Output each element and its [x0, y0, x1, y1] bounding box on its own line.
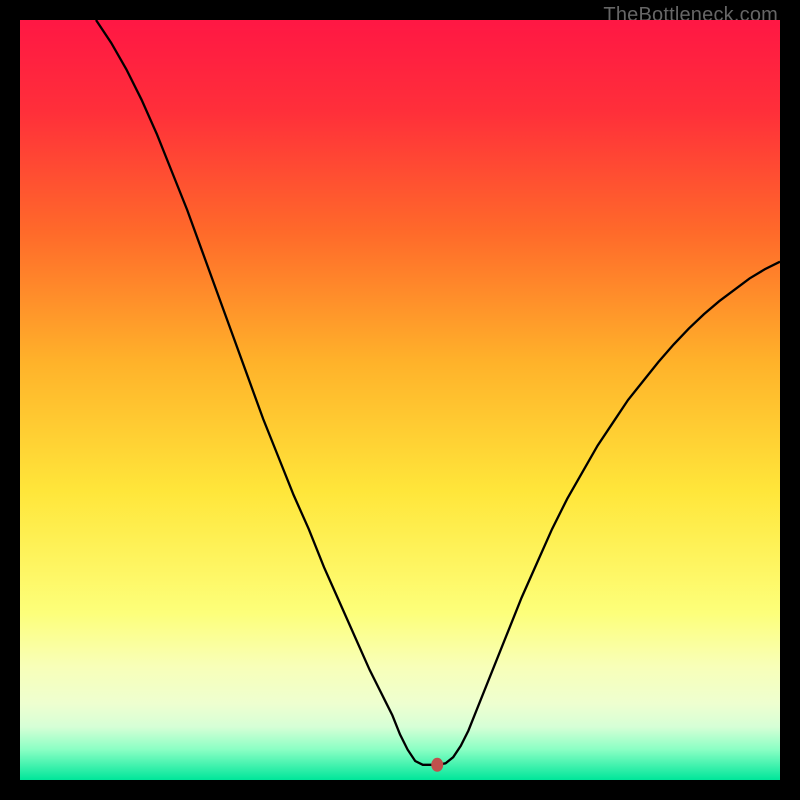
chart-frame: TheBottleneck.com	[0, 0, 800, 800]
gradient-background	[20, 20, 780, 780]
minimum-marker	[431, 758, 443, 772]
chart-canvas	[20, 20, 780, 780]
